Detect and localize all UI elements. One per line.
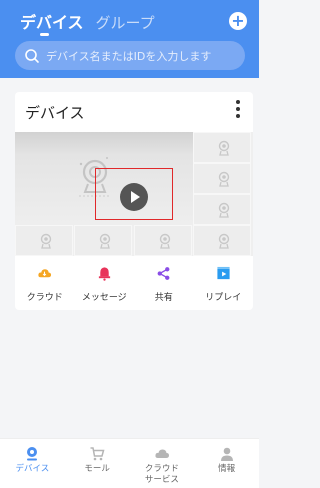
bottom-nav: デバイス モール クラウドサービス 情報: [0, 438, 259, 488]
replay-label: リプレイ: [205, 293, 242, 303]
nav-cloud-service[interactable]: クラウドサービス: [130, 439, 195, 488]
plus-circle-icon: +: [231, 11, 245, 30]
tab-groups-label: グループ: [95, 14, 155, 32]
tab-devices-label: デバイス: [20, 13, 84, 32]
active-tab-indicator: [40, 33, 49, 36]
cloud-label: クラウド: [26, 293, 63, 303]
nav-mall-label: モール: [84, 464, 110, 474]
main-camera-view[interactable]: [15, 132, 193, 225]
camera-cell[interactable]: [134, 225, 192, 256]
device-actions: クラウド メッセージ 共有 リプレイ: [15, 256, 253, 310]
search-placeholder: デバイス名またはIDを入力します: [46, 49, 212, 63]
camera-preview-grid: [15, 132, 253, 256]
replay-button[interactable]: リプレイ: [194, 256, 254, 310]
search-icon: [25, 48, 39, 63]
device-card-title: デバイス: [25, 104, 85, 122]
tab-groups[interactable]: グループ: [96, 12, 155, 33]
more-vertical-icon[interactable]: [235, 100, 241, 122]
message-label: メッセージ: [81, 293, 127, 303]
cloud-icon: [38, 269, 52, 278]
camera-thumb-icon: [40, 233, 52, 249]
camera-thumb-icon: [218, 140, 230, 156]
camera-thumb-icon: [218, 202, 230, 218]
camera-icon: [27, 447, 38, 461]
nav-info[interactable]: 情報: [194, 439, 259, 488]
app-header: デバイス グループ + デバイス名またはIDを入力します: [0, 0, 259, 78]
share-icon: [157, 267, 170, 280]
tab-devices[interactable]: デバイス: [20, 9, 84, 36]
cloud-service-icon: [155, 449, 169, 458]
nav-devices-label: デバイス: [15, 464, 50, 474]
camera-cell[interactable]: [74, 225, 132, 256]
camera-cell[interactable]: [193, 132, 251, 163]
camera-cell[interactable]: [193, 194, 251, 225]
highlight-box: [95, 168, 173, 220]
camera-cell[interactable]: [193, 225, 251, 256]
camera-thumb-icon: [99, 233, 111, 249]
add-device-button[interactable]: +: [229, 12, 247, 30]
cart-icon: [90, 447, 105, 461]
nav-mall[interactable]: モール: [65, 439, 130, 488]
person-icon: [220, 447, 233, 461]
camera-cell[interactable]: [193, 163, 251, 194]
share-button[interactable]: 共有: [134, 256, 194, 310]
message-button[interactable]: メッセージ: [75, 256, 135, 310]
camera-thumb-icon: [218, 233, 230, 249]
device-card: デバイス クラウド メッセージ 共有 リプレイ: [15, 92, 253, 310]
nav-info-label: 情報: [218, 464, 236, 474]
nav-cloud-service-label: クラウドサービス: [144, 464, 179, 485]
tab-bar: デバイス グループ: [20, 9, 155, 36]
camera-thumb-icon: [218, 171, 230, 187]
bell-icon: [98, 267, 110, 281]
share-label: 共有: [154, 293, 173, 303]
camera-thumb-icon: [159, 233, 171, 249]
replay-icon: [217, 266, 230, 280]
search-input[interactable]: デバイス名またはIDを入力します: [15, 41, 245, 70]
cloud-button[interactable]: クラウド: [15, 256, 75, 310]
nav-devices[interactable]: デバイス: [0, 439, 65, 488]
camera-cell[interactable]: [15, 225, 73, 256]
